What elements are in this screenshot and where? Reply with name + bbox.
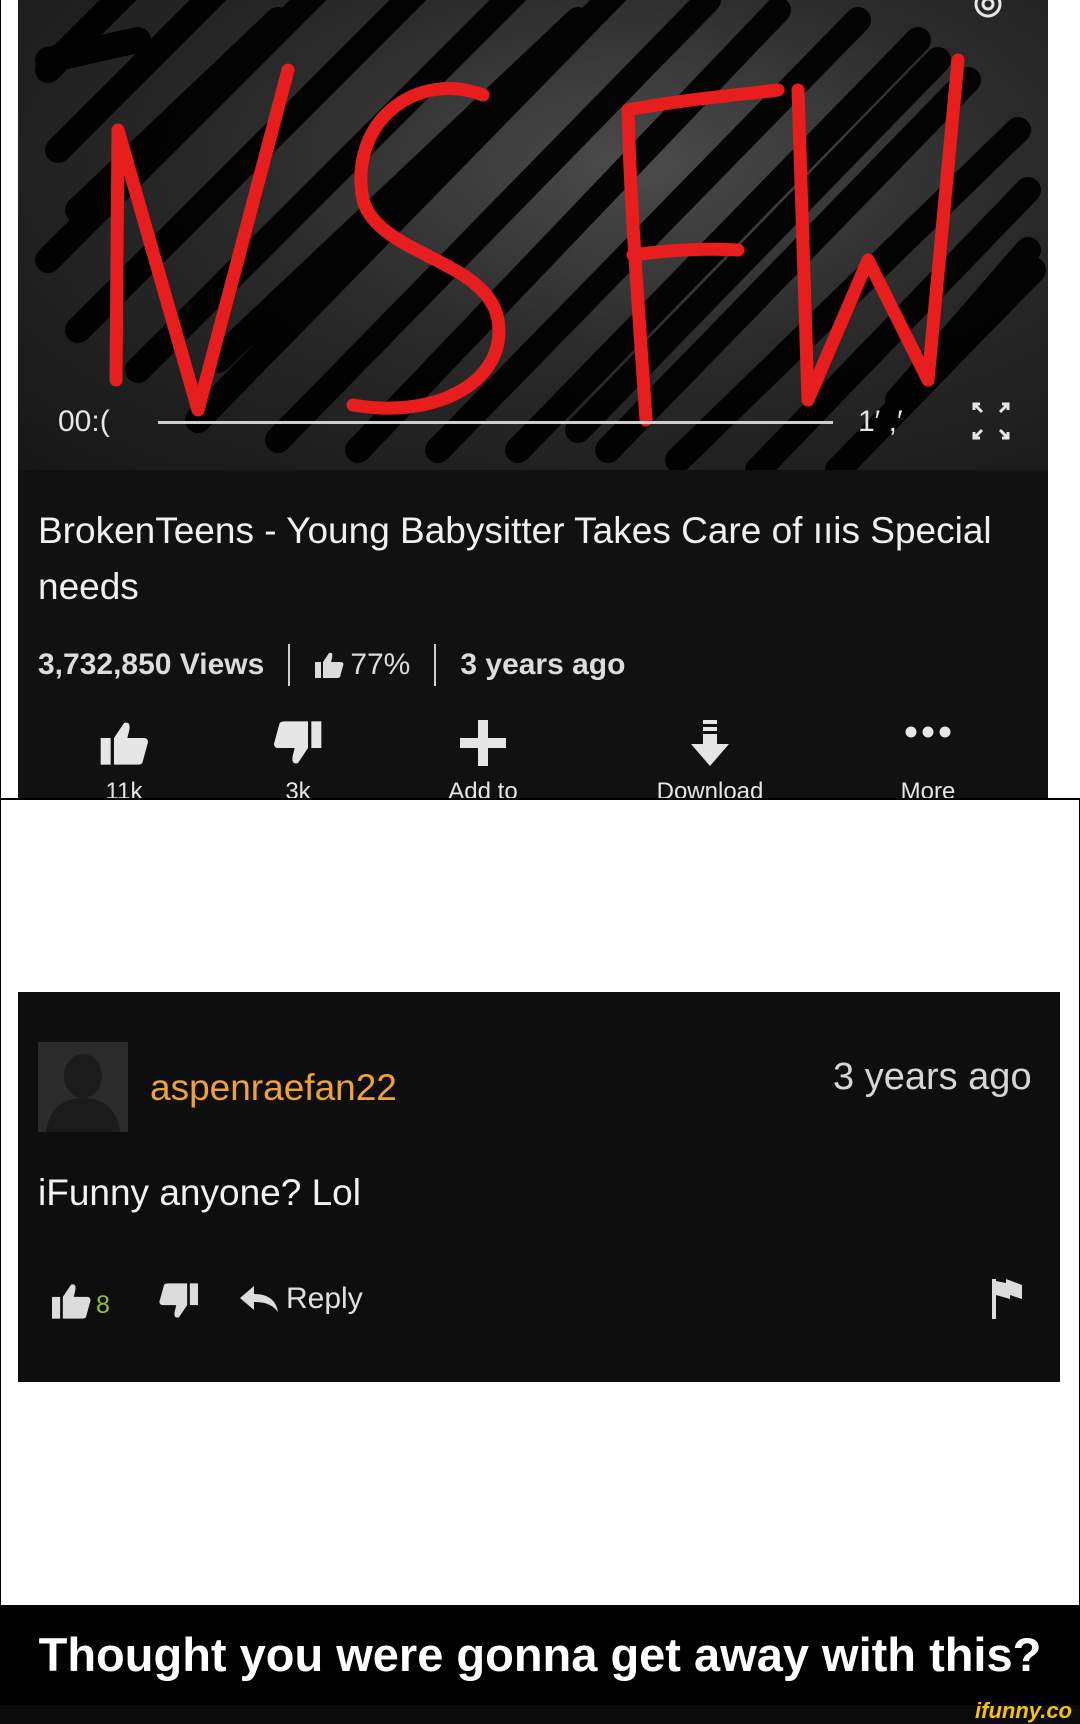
- video-panel: 00:( 1′ ,′ BrokenTeens - Young Babysitte…: [18, 0, 1048, 798]
- avatar[interactable]: [38, 1042, 128, 1132]
- frame-line: [0, 0, 1, 1605]
- view-count: 3,732,850 Views: [38, 648, 265, 681]
- reply-label: Reply: [286, 1282, 363, 1315]
- download-icon: [691, 720, 729, 766]
- add-to-label: Add to: [448, 778, 518, 798]
- nsfw-censor-overlay: [35, 0, 1046, 470]
- ifunny-watermark: ifunny.co: [975, 1698, 1072, 1723]
- comment-like-count: 8: [96, 1291, 110, 1319]
- add-to-button[interactable]: Add to: [413, 718, 553, 798]
- thumbs-up-icon: [100, 722, 148, 765]
- comment-dislike-button[interactable]: [158, 1282, 200, 1325]
- divider: [288, 644, 291, 686]
- progress-bar[interactable]: [158, 421, 833, 424]
- fullscreen-icon[interactable]: [970, 400, 1012, 442]
- download-button[interactable]: Download: [640, 718, 780, 798]
- dislike-button[interactable]: 3k: [228, 718, 368, 798]
- thumbs-up-icon: [315, 652, 344, 678]
- gear-icon[interactable]: [966, 0, 1010, 26]
- comment-like-button[interactable]: 8: [50, 1282, 110, 1320]
- comment-time: 3 years ago: [833, 1056, 1032, 1098]
- rating: 77%: [314, 648, 410, 682]
- more-label: More: [900, 778, 956, 798]
- thumbs-down-icon: [274, 721, 322, 764]
- thumbs-up-icon: [52, 1284, 91, 1319]
- plus-icon: [460, 720, 506, 766]
- total-time: 1′ ,′: [858, 405, 903, 438]
- like-count: 11k: [105, 778, 143, 798]
- dislike-count: 3k: [285, 778, 311, 798]
- reply-arrow-icon: [240, 1286, 278, 1312]
- like-button[interactable]: 11k: [54, 718, 194, 798]
- flag-icon[interactable]: [990, 1277, 1024, 1321]
- current-time: 00:(: [58, 405, 110, 438]
- download-label: Download: [656, 778, 764, 798]
- video-meta: 3,732,850 Views 77% 3 years ago: [38, 642, 625, 688]
- comment-username[interactable]: aspenraefan22: [150, 1067, 397, 1109]
- caption-text: Thought you were gonna get away with thi…: [38, 1628, 1042, 1681]
- more-button[interactable]: More: [858, 718, 998, 798]
- reply-button[interactable]: Reply: [238, 1282, 363, 1316]
- default-avatar-icon: [46, 1054, 120, 1132]
- video-title: BrokenTeens - Young Babysitter Takes Car…: [38, 510, 992, 607]
- footer-strip: [0, 1705, 1080, 1724]
- caption-bar: Thought you were gonna get away with thi…: [0, 1605, 1080, 1705]
- comment-card: aspenraefan22 3 years ago iFunny anyone?…: [18, 992, 1060, 1382]
- divider: [434, 644, 437, 686]
- comment-text: iFunny anyone? Lol: [38, 1172, 361, 1213]
- rating-value: 77%: [350, 648, 411, 681]
- more-dots-icon: [905, 726, 951, 738]
- upload-age: 3 years ago: [460, 648, 626, 681]
- frame-line: [0, 798, 1080, 800]
- thumbs-down-icon: [159, 1283, 198, 1318]
